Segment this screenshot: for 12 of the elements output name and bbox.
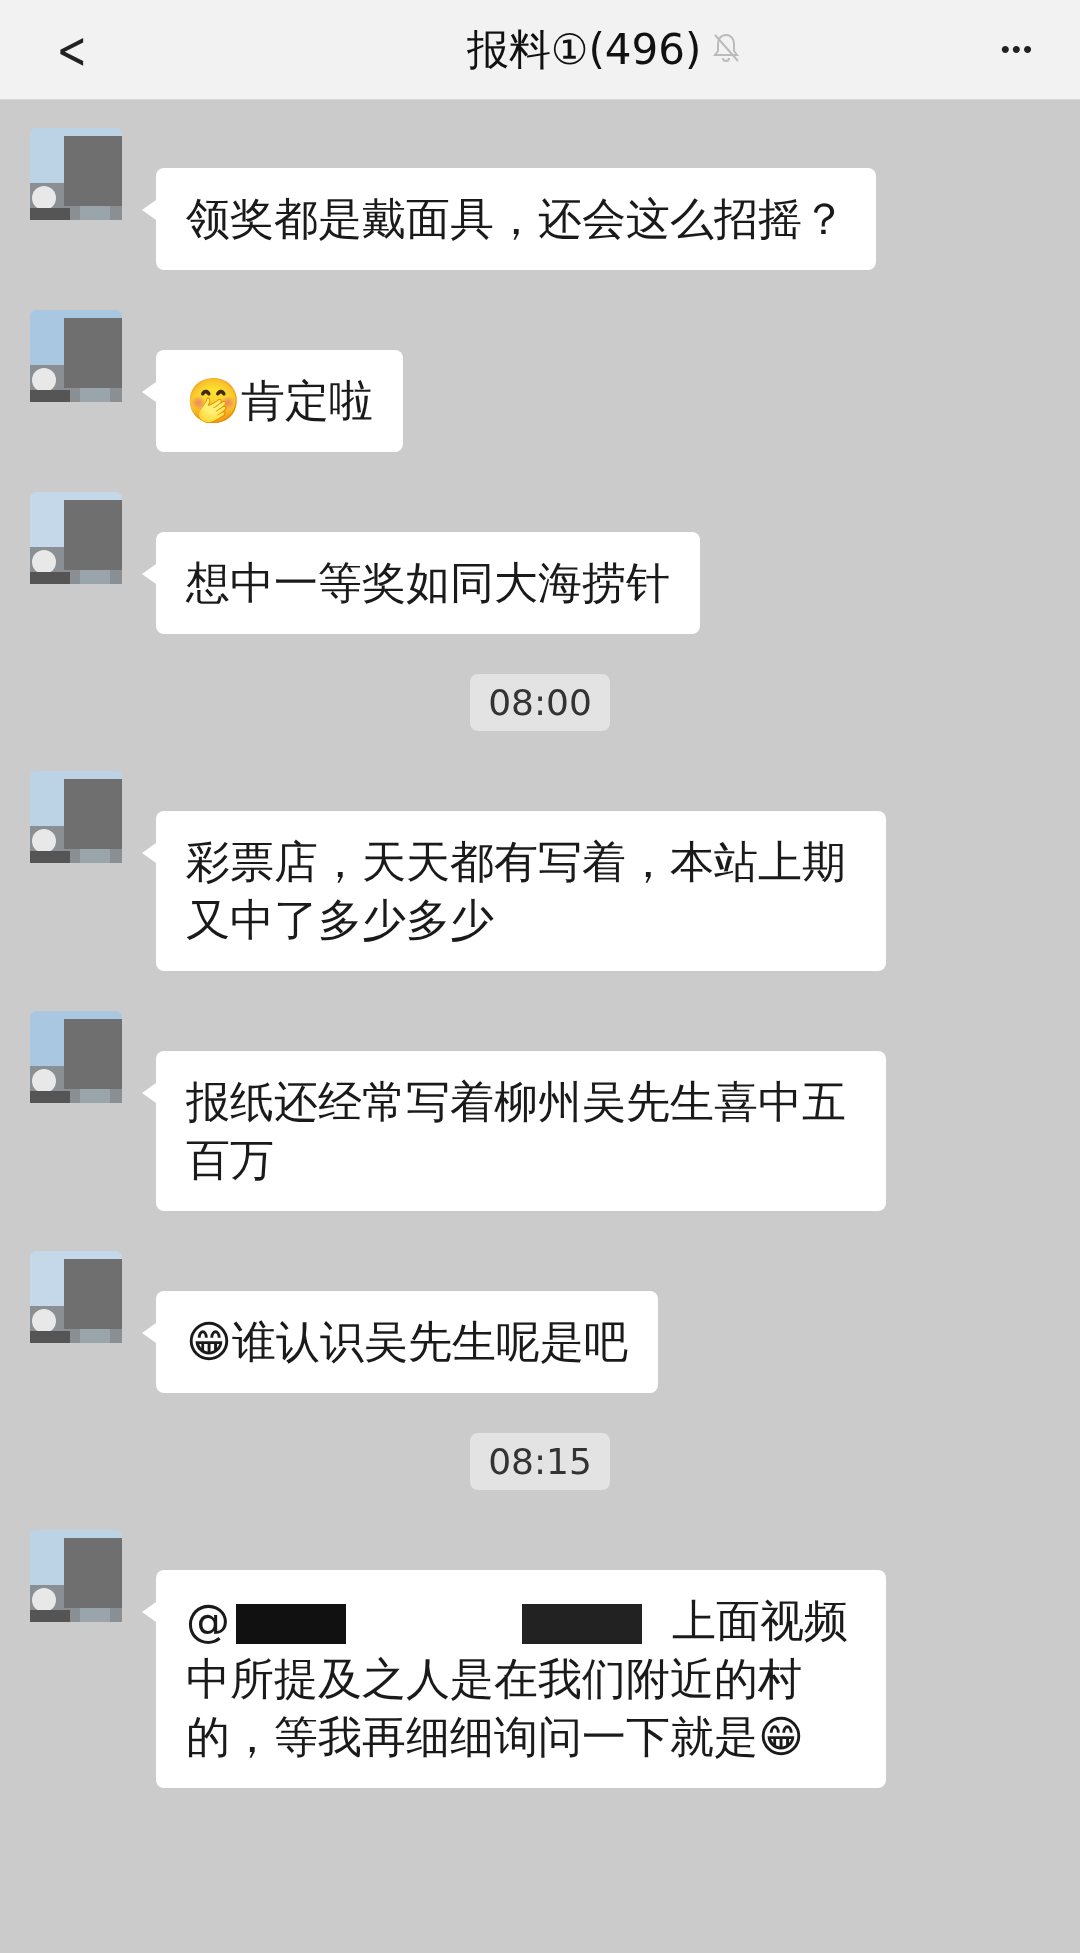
timestamp: 08:00 — [470, 674, 610, 731]
message-bubble: 领奖都是戴面具，还会这么招摇？ — [156, 168, 876, 270]
more-button[interactable]: ••• — [994, 33, 1040, 66]
message-bubble: 🤭肯定啦 — [156, 350, 403, 452]
message-bubble: 报纸还经常写着柳州吴先生喜中五百万 — [156, 1051, 886, 1211]
message-bubble: 😁谁认识吴先生呢是吧 — [156, 1291, 658, 1393]
message-bubble: 彩票店，天天都有写着，本站上期又中了多少多少 — [156, 811, 886, 971]
timestamp: 08:15 — [470, 1433, 610, 1490]
message-bubble: 想中一等奖如同大海捞针 — [156, 532, 700, 634]
back-button[interactable]: < — [56, 19, 88, 80]
message-text: @ 上面视频中所提及之人是在我们附近的村的，等我再细细询问一下就是😁 — [186, 1594, 849, 1764]
chat-title: 报料①(496) — [466, 23, 702, 76]
